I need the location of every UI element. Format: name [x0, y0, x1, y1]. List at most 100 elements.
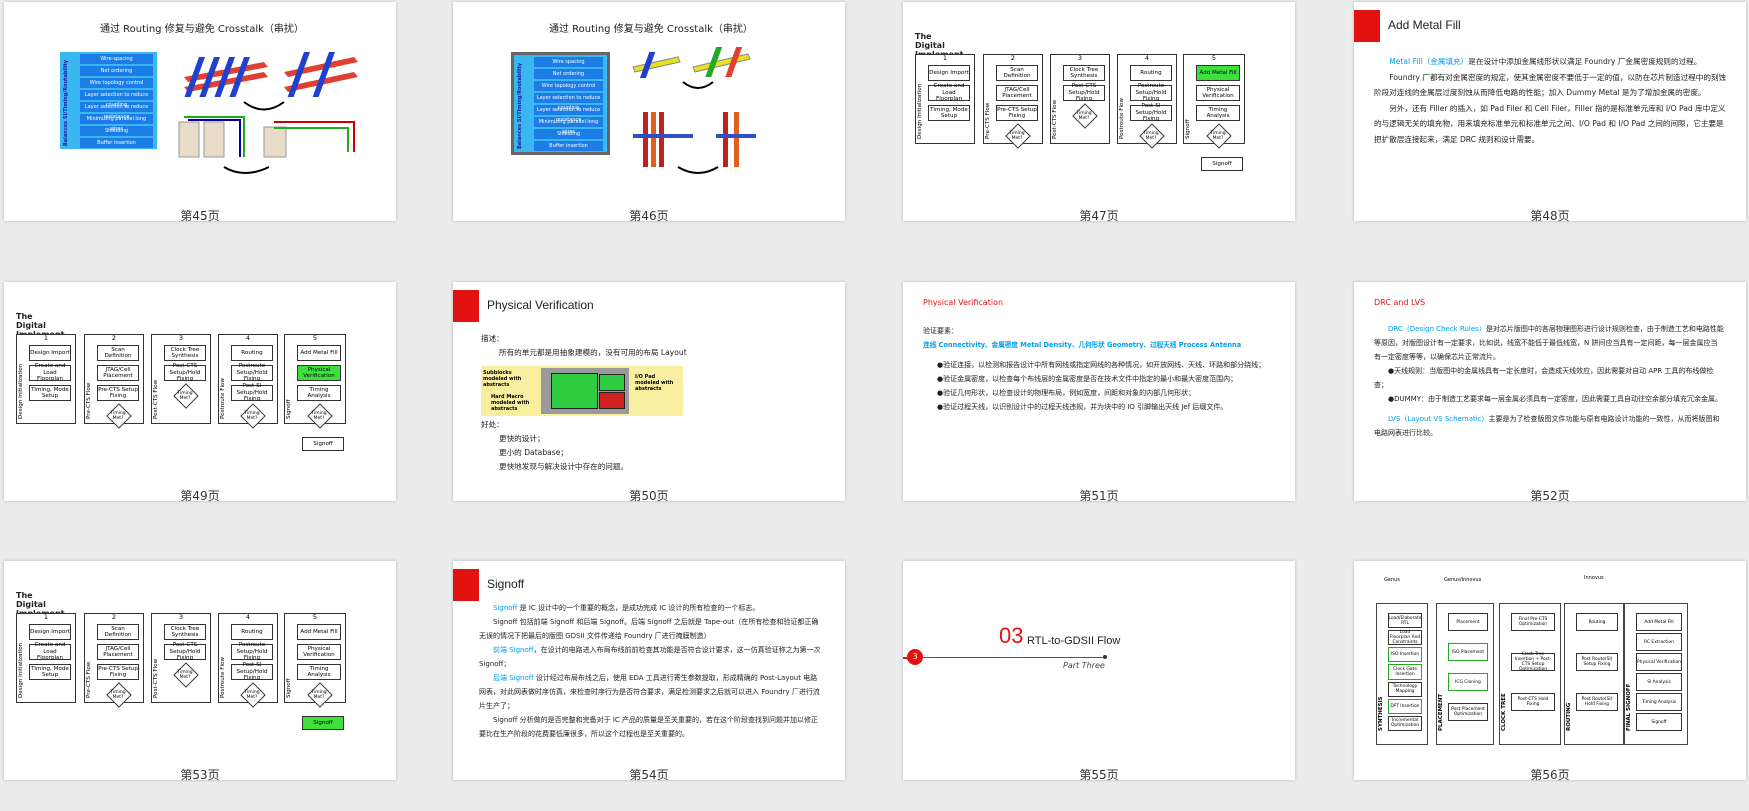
benefit-item: 更小的 Database；	[499, 448, 569, 457]
flow-step: Technology Mapping	[1388, 681, 1422, 697]
slide-p53[interactable]: The Digital Implement Flow 1Design Initi…	[4, 561, 396, 780]
term: DRC（Design Check Rules）	[1388, 325, 1486, 333]
term: LVS（Layout VS Schematic）	[1388, 415, 1489, 423]
stage-label: Pre-CTS Flow	[86, 382, 92, 419]
slide-p52[interactable]: DRC and LVS DRC（Design Check Rules）是对芯片版…	[1354, 282, 1746, 501]
list-item: Buffer insertion	[534, 141, 603, 151]
decision-label: Timing Met?	[110, 690, 126, 700]
flow-step: ISO Placement	[1448, 643, 1488, 661]
flow-stage: 5 Signoff Add Metal Fill Physical Verificat…	[284, 334, 346, 429]
slide-body: Signoff 是 IC 设计中的一个重要的概念，是成功完成 IC 设计的所有检…	[479, 601, 824, 741]
flow-step: Timing, Mode Setup	[29, 664, 71, 680]
flow-step: Physical Verification	[1636, 653, 1682, 671]
list-item: Net ordering	[534, 69, 603, 79]
flow-step: Create and Load Floorplan	[29, 642, 71, 661]
flow-step: Physical Verification	[297, 644, 341, 660]
page-caption: 第47页	[1079, 209, 1119, 223]
part-number: 03	[999, 623, 1024, 648]
stage-label: Postroute Flow	[1119, 97, 1125, 139]
slide-title: Signoff	[487, 577, 525, 591]
flow-step: Load Floorplan And Constraints	[1388, 630, 1422, 646]
slide-p48[interactable]: Add Metal Fill Metal Fill（金属填充）是在设计中添加金属…	[1354, 2, 1746, 221]
flow-stage: 4 Postroute Flow Routing Postroute Setup/Ho…	[218, 613, 278, 708]
benefits: 好处： 更快的设计； 更小的 Database； 更快地发现与解决设计中存在的问…	[481, 418, 821, 474]
page-caption: 第54页	[629, 768, 669, 782]
flow-step: Physical Verification	[297, 365, 341, 381]
stage-label: Design Initialization	[18, 642, 24, 698]
page-caption: 第55页	[1079, 768, 1119, 782]
flow-step: DFT Insertion	[1388, 698, 1422, 714]
slide-p49[interactable]: The Digital Implement Flow 1Design Initi…	[4, 282, 396, 501]
stage-number: 2	[111, 613, 117, 621]
stage-number: 1	[43, 613, 49, 621]
bullet: ●验证金属密度，以检查每个布线层的金属密度是否在技术文件中指定的最小和最大密度范…	[937, 375, 1238, 383]
flow-step: Postroute Setup/Hold Fixing	[231, 642, 273, 661]
crosstalk-list: Balances SI/Timing/Routability Wire-spac…	[60, 52, 157, 149]
slide-title: DRC and LVS	[1374, 298, 1426, 307]
slide-p55[interactable]: 3 03 RTL-to-GDSII Flow Part Three	[903, 561, 1295, 780]
fig-label: I/O Pad modeled with abstracts	[635, 374, 674, 392]
fig-label: Hard Macro modeled with abstracts	[491, 394, 530, 412]
slide-p50[interactable]: Physical Verification 描述： 所有的单元都是用抽象建模的，…	[453, 282, 845, 501]
paragraph: Metal Fill（金属填充）是在设计中添加金属线形状以满足 Foundry …	[1374, 54, 1730, 70]
stage-header: Genus/Innovus	[1444, 577, 1482, 583]
flow-stage: 2 Pre-CTS Flow Scan Definition JTAG/Cell Pl…	[983, 54, 1043, 149]
flow-step: Post Placement Optimization	[1448, 703, 1488, 721]
flow-step: Timing Analysis	[297, 664, 341, 680]
flow-step: Clock Tree Synthesis	[1063, 65, 1105, 81]
term: 后端 Signoff	[493, 674, 534, 682]
flow-step: Post-CTS Setup/Hold Fixing	[1063, 83, 1105, 102]
stage-number: 5	[312, 334, 318, 342]
page-caption: 第50页	[629, 489, 669, 503]
flow-end-step: Signoff	[1201, 157, 1243, 171]
flow-step: Routing	[1576, 613, 1618, 631]
paragraph-text: 是在设计中添加金属线形状以满足 Foundry 厂金属密度规则的过程。	[1468, 57, 1702, 66]
benefit-label: 好处：	[481, 420, 504, 429]
slide-title: 通过 Routing 修复与避免 Crosstalk（串扰）	[100, 24, 304, 35]
list-item: Buffer insertion	[80, 138, 153, 148]
chip-graphic	[541, 368, 629, 414]
slide-title: 通过 Routing 修复与避免 Crosstalk（串扰）	[549, 24, 753, 35]
stage-number: 3	[178, 613, 184, 621]
paragraph-text: 是 IC 设计中的一个重要的概念，是成功完成 IC 设计的所有检查的一个标志。	[517, 604, 760, 612]
flow-step: Postroute Setup/Hold Fixing	[1130, 83, 1172, 102]
slide-p45[interactable]: 通过 Routing 修复与避免 Crosstalk（串扰） Balances …	[4, 2, 396, 221]
page-caption: 第56页	[1530, 768, 1570, 782]
flow-step: Design Import	[928, 65, 970, 81]
term: Metal Fill（金属填充）	[1389, 57, 1469, 66]
flow-step: Postroute Setup/Hold Fixing	[231, 363, 273, 382]
bullet: ●验证过程天线，以识别设计中的过程天线违规，并为块中的 IO 引脚输出天线 Je…	[937, 403, 1228, 411]
desc-label: 描述：	[481, 334, 504, 343]
flow-step: JTAG/Cell Placement	[97, 644, 139, 660]
flow-step: Load/Elaborate RTL	[1388, 613, 1422, 629]
slide-p54[interactable]: Signoff Signoff 是 IC 设计中的一个重要的概念，是成功完成 I…	[453, 561, 845, 780]
list-item: Wire topology control	[80, 78, 153, 88]
flow-step: Post-SI Setup/Hold Fixing	[231, 383, 273, 402]
decision-label: Timing Met?	[177, 391, 193, 401]
stage-label: SYNTHESIS	[1378, 696, 1384, 731]
flow-step: Signoff	[1636, 713, 1682, 731]
desc-text: 所有的单元都是用抽象建模的，没有可用的布局 Layout	[499, 348, 687, 357]
paragraph: 前端 Signoff，在设计的电路进入布局布线前前检查其功能是否符合设计要求，这…	[479, 643, 824, 671]
page-caption: 第49页	[180, 489, 220, 503]
flow-step: Clock Tree Insertion + Post-CTS Setup Op…	[1511, 652, 1555, 672]
slide-p46[interactable]: 通过 Routing 修复与避免 Crosstalk（串扰） Balances …	[453, 2, 845, 221]
slide-p47[interactable]: The Digital Implement Flow 1Design Initi…	[903, 2, 1295, 221]
decision-label: Timing Met?	[311, 690, 327, 700]
flow-step: Physical Verification	[1196, 85, 1240, 101]
bullet: ●天线规则：当版图中的金属线具有一定长度时，会造成天线效应，因此需要对自动 AP…	[1374, 367, 1714, 389]
decision-label: Timing Met?	[244, 411, 260, 421]
flow-step: ISO Insertion	[1388, 647, 1422, 663]
stage-label: FINAL SIGNOFF	[1626, 683, 1632, 731]
slide-p56[interactable]: Genus Genus/Innovus Innovus SYNTHESIS Load/E…	[1354, 561, 1746, 780]
slide-p51[interactable]: Physical Verification 验证要素： 连线 Connectiv…	[903, 282, 1295, 501]
decision-label: Timing Met?	[110, 411, 126, 421]
flow-step: Post-CTS Hold Fixing	[1511, 693, 1555, 711]
flow-step: Clock Tree Synthesis	[164, 345, 206, 361]
flow-stage: 2 Pre-CTS Flow Scan Definition JTAG/Cell Pl…	[84, 613, 144, 708]
benefit-item: 更快地发现与解决设计中存在的问题。	[499, 462, 629, 471]
decision-label: Timing Met?	[1143, 131, 1159, 141]
flow-stage: 4 Postroute Flow Routing Postroute Setup/Ho…	[1117, 54, 1177, 149]
stage-number: 5	[312, 613, 318, 621]
page-caption: 第51页	[1079, 489, 1119, 503]
